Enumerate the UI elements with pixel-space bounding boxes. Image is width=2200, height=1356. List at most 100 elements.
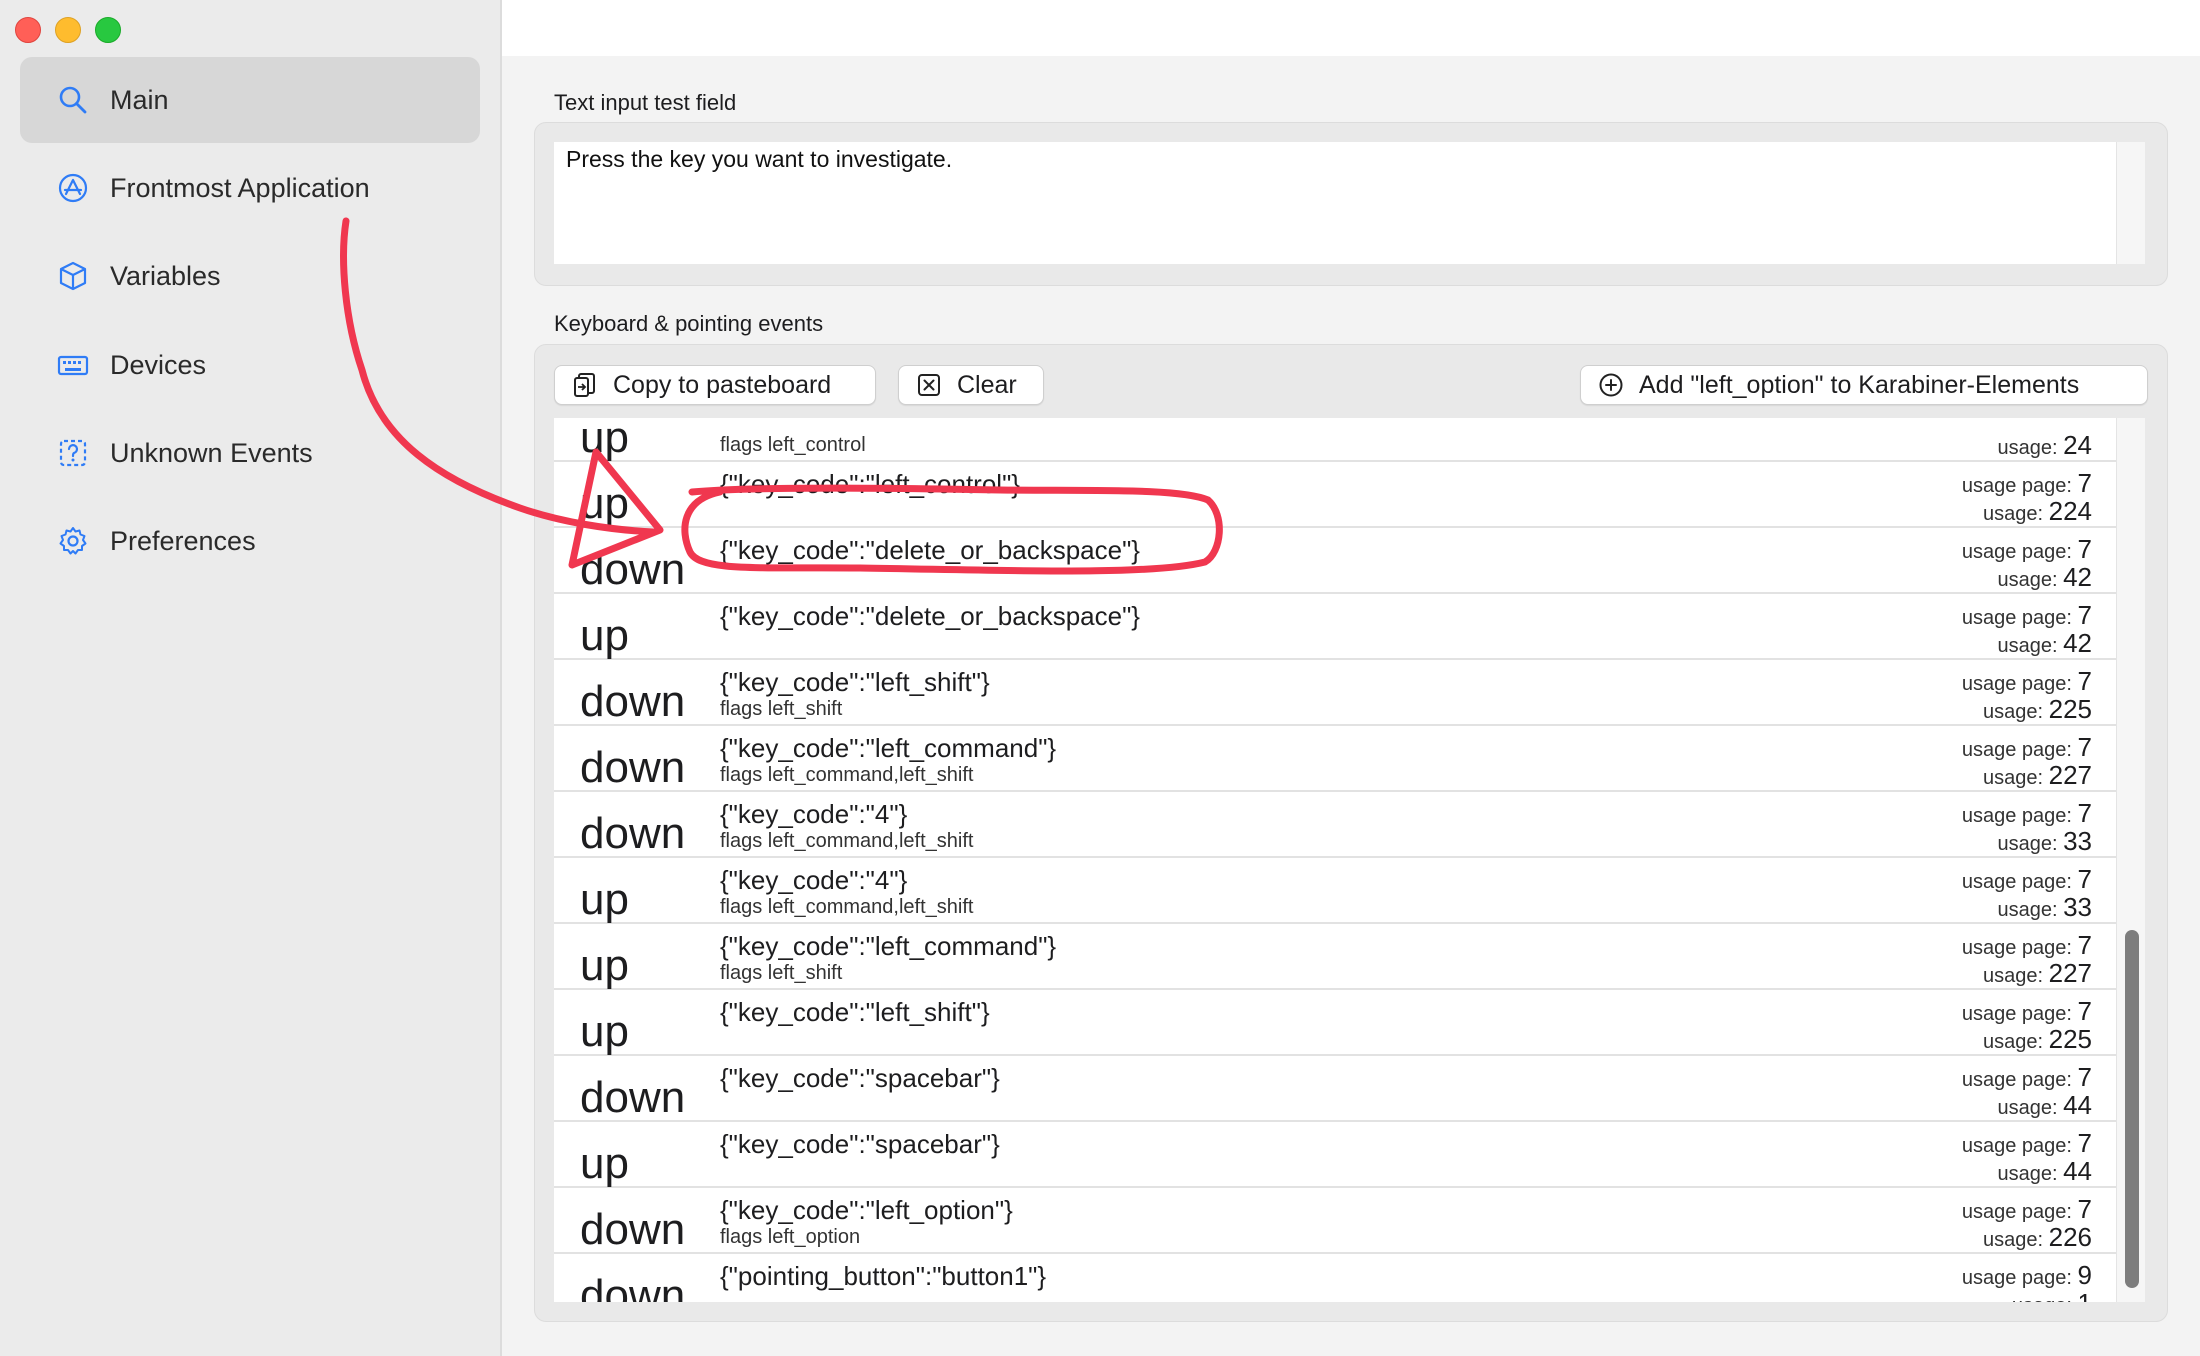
event-code: {"key_code":"left_command"} (720, 931, 1057, 961)
usage-text: usage: 44 (1997, 1092, 2092, 1121)
gear-icon (56, 524, 90, 558)
usage-value: 44 (2063, 1156, 2092, 1186)
clear-button[interactable]: Clear (898, 365, 1044, 405)
usage-text: usage: 225 (1983, 696, 2092, 725)
minimize-window-button[interactable] (55, 17, 81, 43)
usage-page-text: usage page: 7 (1962, 800, 2092, 829)
event-code: {"key_code":"4"} (720, 799, 908, 829)
copy-to-pasteboard-button[interactable]: Copy to pasteboard (554, 365, 876, 405)
sidebar-item-unknown-events[interactable]: Unknown Events (20, 410, 480, 496)
event-flags: flags left_shift (720, 698, 843, 720)
table-row[interactable]: down {"key_code":"left_shift"} flags left_… (554, 660, 2116, 726)
sidebar-item-devices[interactable]: Devices (20, 322, 480, 408)
event-direction: down (580, 1271, 686, 1303)
table-row[interactable]: down {"key_code":"delete_or_backspace"} us… (554, 528, 2116, 594)
plus-circle-icon (1597, 371, 1625, 399)
usage-label: usage: (1997, 635, 2058, 657)
table-row[interactable]: down {"key_code":"4"} flags left_command,l… (554, 792, 2116, 858)
table-row[interactable]: down {"key_code":"spacebar"} usage page: 7… (554, 1056, 2116, 1122)
usage-page-text: usage page: 7 (1962, 932, 2092, 961)
usage-value: 227 (2048, 760, 2092, 790)
event-code: {"key_code":"left_command"} (720, 733, 1057, 763)
usage-value: 227 (2048, 958, 2092, 988)
usage-text: usage: 33 (1997, 894, 2092, 923)
sidebar-item-label: Frontmost Application (110, 172, 370, 203)
event-direction: down (580, 1205, 686, 1254)
event-direction: down (580, 545, 686, 594)
table-row[interactable]: up flags left_control usage: 24 (554, 418, 2116, 462)
usage-page-label: usage page: (1961, 1069, 2072, 1091)
usage-label: usage: (1982, 1229, 2044, 1251)
sidebar-item-label: Variables (110, 260, 221, 291)
table-row[interactable]: up {"key_code":"delete_or_backspace"}usag… (554, 594, 2116, 660)
event-flags: flags left_option (720, 1226, 861, 1248)
event-flags: flags left_command,left_shift (720, 896, 974, 918)
sidebar-item-label: Preferences (110, 525, 256, 556)
event-direction: up (580, 1007, 629, 1056)
sidebar-item-main[interactable]: Main (20, 57, 480, 143)
usage-page-label: usage page: (1961, 1135, 2072, 1157)
events-label: Keyboard & pointing events (554, 311, 824, 336)
table-row[interactable]: up {"key_code":"spacebar"} usage page: 7 us… (554, 1122, 2116, 1188)
text-input-field[interactable]: Press the key you want to investigate. (554, 142, 2116, 264)
usage-text: usage: 33 (1997, 828, 2092, 857)
table-row[interactable]: up {"key_code":"left_command"} flags left_… (554, 924, 2116, 990)
table-row[interactable]: down {"key_code":"left_command"} flags lef… (554, 726, 2116, 792)
usage-label: usage: (1982, 1031, 2044, 1053)
table-row[interactable]: up {"key_code":"left_shift"} usage page: 7… (554, 990, 2116, 1056)
sidebar-item-label: Devices (110, 349, 207, 380)
usage-page-text: usage page: 9 (1962, 1262, 2092, 1291)
usage-text: usage: 226 (1983, 1224, 2092, 1253)
usage-page-text: usage page: 7 (1962, 1196, 2092, 1225)
add-to-karabiner-button[interactable]: Add "left_option" to Karabiner-Elements (1580, 365, 2148, 405)
usage-page-label: usage page: (1961, 1003, 2072, 1025)
usage-value: 1 (2078, 1288, 2092, 1302)
event-flags: flags left_control (720, 434, 866, 456)
table-row[interactable]: down {"key_code":"left_option"} flags left… (554, 1188, 2116, 1254)
usage-page-value: 7 (2077, 798, 2092, 828)
event-code: {"key_code":"spacebar"} (720, 1129, 1000, 1159)
events-table[interactable]: up flags left_control usage: 24 up {"key_cod… (554, 418, 2116, 1302)
usage-value: 24 (2063, 430, 2092, 460)
zoom-window-button[interactable] (95, 17, 121, 43)
sidebar-item-frontmost-application[interactable]: Frontmost Application (20, 145, 480, 231)
usage-page-label: usage page: (1961, 1201, 2072, 1223)
clear-button-label: Clear (957, 370, 1017, 399)
question-icon (56, 436, 90, 470)
event-direction: up (580, 611, 629, 660)
table-row[interactable]: up {"key_code":"4"} flags left_command,lef… (554, 858, 2116, 924)
usage-value: 44 (2063, 1090, 2092, 1120)
usage-page-value: 7 (2077, 468, 2092, 498)
usage-text: usage: 227 (1983, 960, 2092, 989)
event-direction: up (580, 418, 629, 462)
event-direction: up (580, 479, 629, 528)
usage-label: usage: (2012, 1295, 2072, 1302)
usage-page-value: 7 (2077, 666, 2092, 696)
event-flags: flags left_command,left_shift (720, 830, 974, 852)
event-code: {"key_code":"left_option"} (720, 1195, 1013, 1225)
table-row[interactable]: up {"key_code":"left_control"} usage page:… (554, 462, 2116, 528)
sidebar-item-label: Main (110, 84, 169, 115)
usage-page-text: usage page: 7 (1962, 866, 2092, 895)
usage-text: usage: 44 (1997, 1158, 2092, 1187)
sidebar-item-label: Unknown Events (110, 437, 313, 468)
event-code: {"key_code":"delete_or_backspace"} (720, 601, 1140, 631)
sidebar-item-preferences[interactable]: Preferences (20, 498, 480, 584)
usage-page-text: usage page: 7 (1962, 1130, 2092, 1159)
event-code: {"key_code":"4"} (720, 865, 908, 895)
usage-page-value: 9 (2077, 1260, 2092, 1290)
usage-page-value: 7 (2077, 1128, 2092, 1158)
event-code: {"key_code":"left_shift"} (720, 667, 990, 697)
usage-page-label: usage page: (1961, 871, 2072, 893)
event-code: {"key_code":"left_control"} (720, 469, 1020, 499)
copy-button-label: Copy to pasteboard (613, 370, 832, 399)
events-scrollbar-thumb[interactable] (2125, 930, 2139, 1288)
text-input-scrollbar[interactable] (2116, 142, 2145, 264)
close-window-button[interactable] (15, 17, 41, 43)
keyboard-icon (56, 348, 90, 382)
usage-label: usage: (1997, 1163, 2058, 1185)
table-row[interactable]: down {"pointing_button":"button1"} usage p… (554, 1254, 2116, 1302)
sidebar-item-variables[interactable]: Variables (20, 233, 480, 319)
event-code: {"key_code":"left_shift"} (720, 997, 990, 1027)
usage-page-label: usage page: (1961, 805, 2072, 827)
